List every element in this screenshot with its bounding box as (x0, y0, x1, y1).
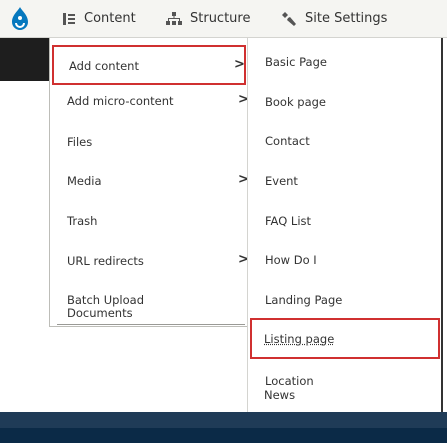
structure-icon (166, 11, 182, 26)
menu-item-label: Add micro-content (67, 94, 174, 108)
toolbar-site-settings-tab[interactable]: Site Settings (281, 0, 387, 37)
menu-item-add-content[interactable]: Add content > (52, 45, 246, 85)
page-footer-bar (0, 428, 447, 443)
menu-item-batch-upload-documents[interactable]: Batch Upload Documents (50, 293, 248, 327)
menu-item-label: Media (67, 174, 102, 188)
add-content-submenu: Basic Page Book page Contact Event FAQ L… (247, 38, 443, 412)
submenu-item-event[interactable]: Event (265, 174, 298, 188)
page-background-strip (0, 38, 56, 81)
content-icon (62, 12, 76, 26)
submenu-item-location[interactable]: Location (265, 374, 314, 388)
submenu-item-landing-page[interactable]: Landing Page (265, 293, 342, 307)
menu-divider (57, 324, 245, 325)
menu-item-trash[interactable]: Trash (50, 214, 248, 238)
submenu-item-basic-page[interactable]: Basic Page (265, 55, 327, 69)
toolbar-content-label: Content (84, 11, 136, 26)
menu-item-label: Files (67, 135, 93, 149)
wrench-icon (281, 11, 297, 27)
submenu-item-news[interactable]: News (264, 388, 295, 402)
menu-item-label: URL redirects (67, 254, 144, 268)
drupal-drop-icon[interactable] (0, 0, 40, 37)
toolbar-settings-label: Site Settings (305, 11, 388, 26)
admin-toolbar: Content Structure Site Settings (0, 0, 447, 38)
menu-item-label: Trash (67, 214, 98, 228)
toolbar-structure-tab[interactable]: Structure (166, 0, 250, 37)
toolbar-content-tab[interactable]: Content (62, 0, 136, 37)
chevron-right-icon: > (234, 57, 245, 72)
menu-item-label: Add content (69, 59, 139, 73)
menu-item-label-line2: Documents (67, 306, 133, 320)
toolbar-structure-label: Structure (190, 11, 251, 26)
menu-item-files[interactable]: Files (50, 135, 248, 159)
submenu-item-book-page[interactable]: Book page (265, 95, 326, 109)
submenu-item-label: Listing page (264, 332, 335, 346)
menu-item-media[interactable]: Media > (50, 172, 249, 198)
submenu-item-faq-list[interactable]: FAQ List (265, 214, 311, 228)
content-dropdown-menu: Add content > Add micro-content > Files … (49, 38, 249, 327)
submenu-item-listing-page[interactable]: Listing page (250, 318, 440, 359)
menu-item-add-micro-content[interactable]: Add micro-content > (50, 92, 249, 118)
submenu-item-how-do-i[interactable]: How Do I (265, 253, 317, 267)
menu-item-label: Batch Upload (67, 293, 145, 307)
menu-item-url-redirects[interactable]: URL redirects > (50, 252, 249, 278)
submenu-item-contact[interactable]: Contact (265, 134, 310, 148)
